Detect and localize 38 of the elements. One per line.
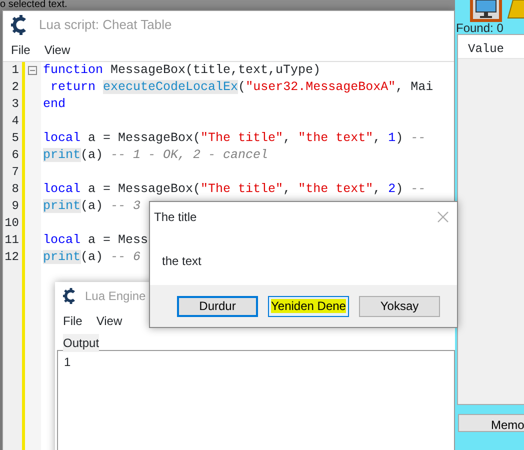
- window-title: Lua script: Cheat Table: [39, 16, 172, 34]
- code-line: local a = MessageBox("The title", "the text", 1) --: [43, 130, 427, 147]
- fold-toggle-icon[interactable]: [28, 66, 37, 75]
- line-number: 5: [10, 130, 19, 147]
- dialog-message: the text: [162, 253, 202, 270]
- line-number: 6: [10, 147, 19, 164]
- line-number: 8: [10, 181, 19, 198]
- found-count: Found: 0: [456, 20, 504, 37]
- menu-item[interactable]: View: [44, 41, 70, 59]
- line-number: 1: [10, 62, 19, 79]
- line-number: 12: [4, 249, 19, 266]
- group-label: Output: [63, 334, 100, 352]
- memory-view-button[interactable]: Memo: [458, 414, 524, 432]
- line-number: 2: [10, 79, 19, 96]
- line-number: 11: [4, 232, 19, 249]
- menu-item[interactable]: View: [96, 312, 122, 330]
- code-line: return executeCodeLocalEx("user32.MessageBoxA", Mai: [50, 79, 434, 96]
- column-header[interactable]: Value: [458, 35, 524, 59]
- line-number: 9: [10, 198, 19, 215]
- line-number: 10: [4, 215, 19, 232]
- code-line: local a = Mess: [43, 232, 150, 249]
- window-title: Lua Engine: [85, 288, 146, 305]
- menu-item[interactable]: File: [11, 41, 30, 59]
- dialog-button[interactable]: Yeniden Dene: [268, 296, 349, 317]
- monitor-icon[interactable]: [470, 0, 502, 22]
- line-number: 4: [10, 113, 19, 130]
- output-text: 1: [64, 354, 72, 371]
- code-line: local a = MessageBox("The title", "the text", 2) --: [43, 181, 427, 198]
- menu-item[interactable]: File: [63, 312, 82, 330]
- code-line: print(a) -- 1 - OK, 2 - cancel: [43, 147, 270, 164]
- code-line: function MessageBox(title,text,uType): [43, 62, 322, 79]
- line-number: 7: [10, 164, 19, 181]
- dialog-button[interactable]: Durdur: [177, 296, 258, 317]
- dialog-button[interactable]: Yoksay: [359, 296, 440, 317]
- line-number: 3: [10, 96, 19, 113]
- status-text: o selected text.: [0, 0, 68, 10]
- dialog-title: The title: [154, 209, 197, 226]
- code-line: end: [43, 96, 67, 113]
